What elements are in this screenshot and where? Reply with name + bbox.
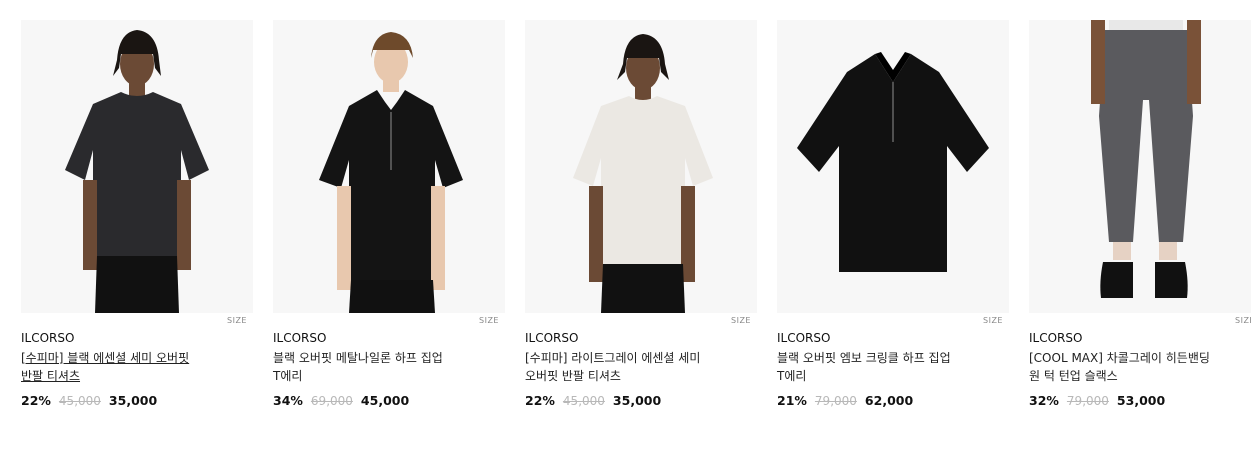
- sale-price: 45,000: [360, 393, 410, 408]
- product-brand: ILCORSO: [273, 331, 327, 345]
- original-price: 79,000: [814, 394, 857, 408]
- price-row: 34% 69,000 45,000: [273, 393, 505, 408]
- sale-price: 53,000: [1116, 393, 1166, 408]
- product-brand: ILCORSO: [21, 331, 75, 345]
- product-card[interactable]: SIZE ILCORSO [수피마] 블랙 에센셜 세미 오버핏 반팔 티셔츠 …: [21, 20, 253, 408]
- discount-rate: 32%: [1029, 393, 1059, 408]
- size-tag: SIZE: [983, 316, 1003, 325]
- price-row: 22% 45,000 35,000: [21, 393, 253, 408]
- original-price: 79,000: [1066, 394, 1109, 408]
- product-name[interactable]: [수피마] 라이트그레이 에센셜 세미 오버핏 반팔 티셔츠: [525, 349, 735, 385]
- product-name-line: [수피마] 라이트그레이 에센셜 세미: [525, 351, 701, 365]
- product-name-line: 블랙 오버핏 메탈나일론 하프 집업: [273, 351, 443, 365]
- product-name-line: [COOL MAX] 차콜그레이 히든밴딩: [1029, 351, 1210, 365]
- price-row: 21% 79,000 62,000: [777, 393, 1009, 408]
- product-image[interactable]: [273, 20, 505, 313]
- original-price: 45,000: [58, 394, 101, 408]
- price-row: 32% 79,000 53,000: [1029, 393, 1251, 408]
- product-image[interactable]: [525, 20, 757, 313]
- product-brand: ILCORSO: [525, 331, 579, 345]
- product-card[interactable]: SIZE ILCORSO 블랙 오버핏 엠보 크링클 하프 집업 T에리 21%…: [777, 20, 1009, 408]
- size-tag: SIZE: [227, 316, 247, 325]
- product-name-line: 원 턱 턴업 슬랙스: [1029, 369, 1118, 383]
- product-image[interactable]: [1029, 20, 1251, 313]
- product-name-line: 반팔 티셔츠: [21, 369, 81, 383]
- product-name[interactable]: 블랙 오버핏 메탈나일론 하프 집업 T에리: [273, 349, 483, 385]
- product-brand: ILCORSO: [1029, 331, 1083, 345]
- size-tag: SIZE: [731, 316, 751, 325]
- product-image[interactable]: [777, 20, 1009, 313]
- product-card[interactable]: SIZE ILCORSO [수피마] 라이트그레이 에센셜 세미 오버핏 반팔 …: [525, 20, 757, 408]
- product-name[interactable]: [COOL MAX] 차콜그레이 히든밴딩 원 턱 턴업 슬랙스: [1029, 349, 1239, 385]
- discount-rate: 34%: [273, 393, 303, 408]
- sale-price: 62,000: [864, 393, 914, 408]
- sale-price: 35,000: [612, 393, 662, 408]
- original-price: 45,000: [562, 394, 605, 408]
- size-tag: SIZE: [1235, 316, 1251, 325]
- product-name-line: T에리: [777, 369, 807, 383]
- product-name-line: T에리: [273, 369, 303, 383]
- product-name-line: 오버핏 반팔 티셔츠: [525, 369, 621, 383]
- product-image[interactable]: [21, 20, 253, 313]
- price-row: 22% 45,000 35,000: [525, 393, 757, 408]
- product-brand: ILCORSO: [777, 331, 831, 345]
- product-grid: SIZE ILCORSO [수피마] 블랙 에센셜 세미 오버핏 반팔 티셔츠 …: [21, 20, 1251, 408]
- sale-price: 35,000: [108, 393, 158, 408]
- product-name-line: 블랙 오버핏 엠보 크링클 하프 집업: [777, 351, 951, 365]
- original-price: 69,000: [310, 394, 353, 408]
- product-name-line: [수피마] 블랙 에센셜 세미 오버핏: [21, 351, 190, 365]
- size-tag: SIZE: [479, 316, 499, 325]
- product-card[interactable]: SIZE ILCORSO 블랙 오버핏 메탈나일론 하프 집업 T에리 34% …: [273, 20, 505, 408]
- discount-rate: 22%: [525, 393, 555, 408]
- product-card[interactable]: SIZE ILCORSO [COOL MAX] 차콜그레이 히든밴딩 원 턱 턴…: [1029, 20, 1251, 408]
- product-name[interactable]: 블랙 오버핏 엠보 크링클 하프 집업 T에리: [777, 349, 987, 385]
- discount-rate: 21%: [777, 393, 807, 408]
- discount-rate: 22%: [21, 393, 51, 408]
- product-name[interactable]: [수피마] 블랙 에센셜 세미 오버핏 반팔 티셔츠: [21, 349, 231, 385]
